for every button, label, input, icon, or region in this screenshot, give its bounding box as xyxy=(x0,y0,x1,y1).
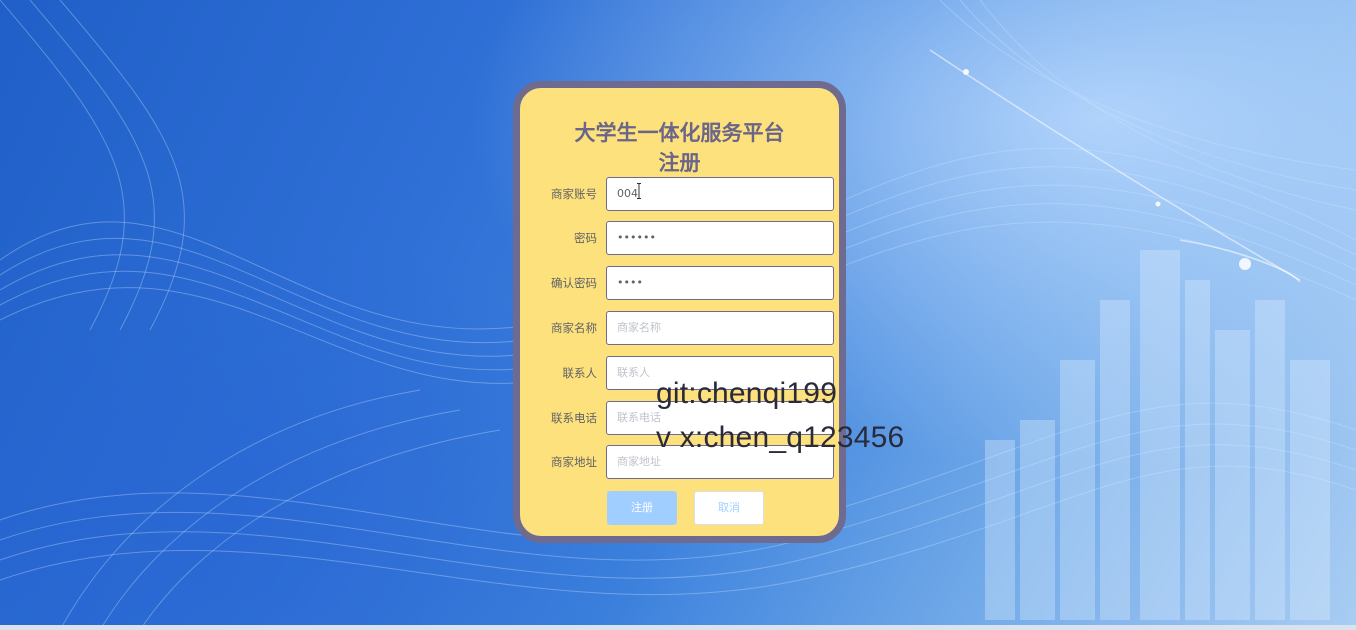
form-title: 大学生一体化服务平台 注册 xyxy=(520,118,839,178)
confirm-password-input[interactable]: •••• xyxy=(606,266,834,300)
cancel-button[interactable]: 取消 xyxy=(694,491,764,525)
merchant-account-row: 商家账号 004 xyxy=(520,177,839,211)
password-row: 密码 •••••• xyxy=(520,221,839,255)
platform-title: 大学生一体化服务平台 xyxy=(574,121,785,145)
register-form-card: 大学生一体化服务平台 注册 商家账号 004 密码 •••••• 确认密码 ••… xyxy=(513,81,846,543)
text-cursor-icon xyxy=(637,183,641,199)
register-button[interactable]: 注册 xyxy=(607,491,677,525)
merchant-name-input[interactable]: 商家名称 xyxy=(606,311,834,345)
merchant-account-label: 商家账号 xyxy=(551,187,597,201)
contact-person-label: 联系人 xyxy=(562,366,598,380)
merchant-address-label: 商家地址 xyxy=(551,455,597,469)
watermark-line-2: v x:chen_q123456 xyxy=(656,421,905,454)
password-input[interactable]: •••••• xyxy=(606,221,834,255)
confirm-password-label: 确认密码 xyxy=(551,276,597,290)
register-title: 注册 xyxy=(658,151,701,175)
password-label: 密码 xyxy=(574,231,597,245)
confirm-password-row: 确认密码 •••• xyxy=(520,266,839,300)
watermark-line-1: git:chenqi199 xyxy=(656,377,838,410)
login-page: { "form": { "title_line1": "大学生一体化服务平台",… xyxy=(0,0,1356,630)
contact-phone-label: 联系电话 xyxy=(551,411,597,425)
bottom-strip xyxy=(0,625,1356,630)
merchant-name-row: 商家名称 商家名称 xyxy=(520,311,839,345)
merchant-name-label: 商家名称 xyxy=(551,321,597,335)
